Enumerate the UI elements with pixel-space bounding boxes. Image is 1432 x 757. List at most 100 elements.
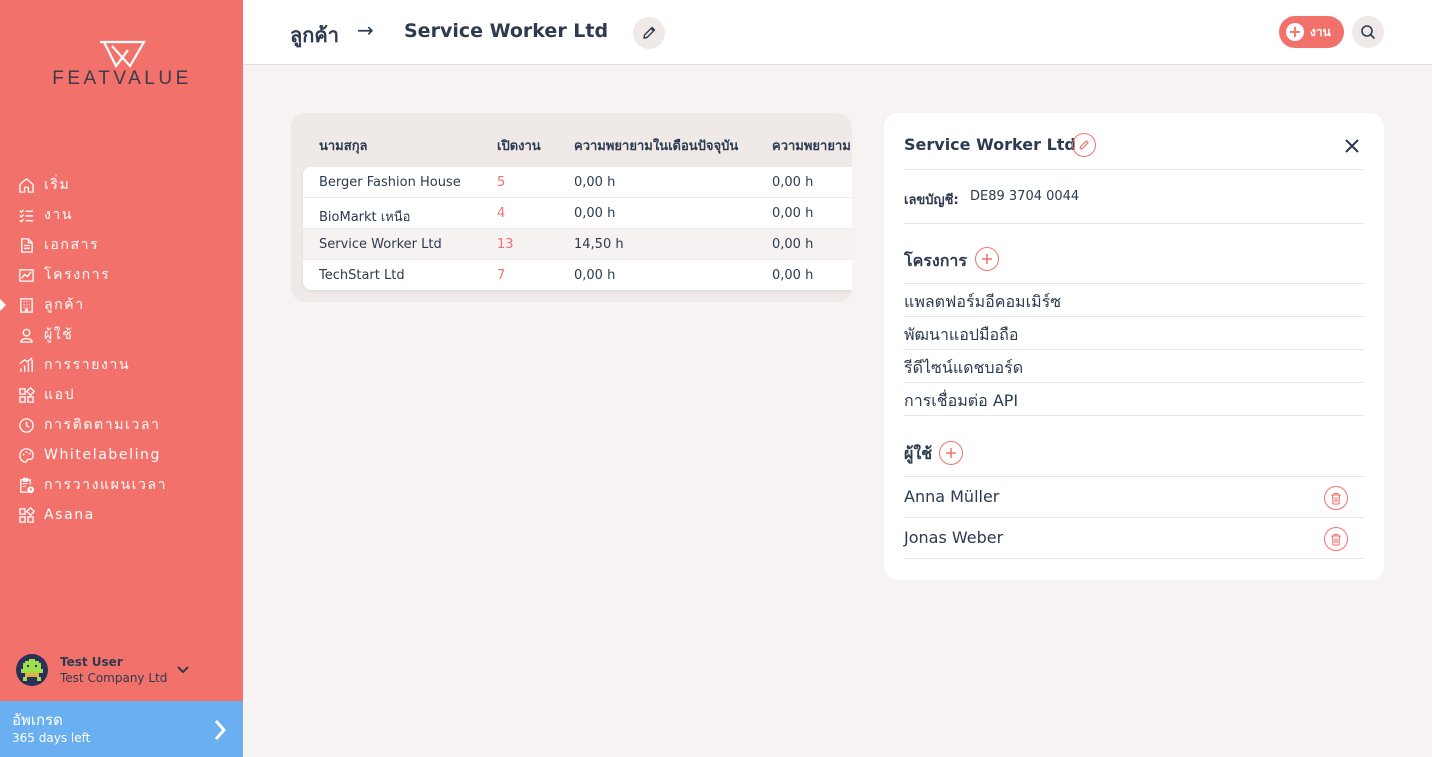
sidebar-item-label: การวางแผนเวลา bbox=[44, 477, 168, 493]
projects-section-title: โครงการ bbox=[904, 251, 967, 270]
cell-current-effort: 0,00 h bbox=[574, 175, 616, 190]
project-item[interactable]: แพลตฟอร์มอีคอมเมิร์ซ bbox=[904, 284, 1364, 317]
cell-name: Service Worker Ltd bbox=[319, 237, 442, 252]
column-header-open-tasks[interactable]: เปิดงาน bbox=[497, 135, 541, 156]
user-item-name[interactable]: Anna Müller bbox=[904, 487, 999, 506]
customer-detail-panel: Service Worker Ltd เลขบัญชี: DE89 3704 0… bbox=[884, 113, 1384, 580]
sidebar-item-time-tracking[interactable]: การติดตามเวลา bbox=[0, 410, 243, 440]
table-row[interactable]: BioMarkt เหนือ 4 0,00 h 0,00 h bbox=[303, 198, 852, 229]
sidebar-item-time-planning[interactable]: การวางแผนเวลา bbox=[0, 470, 243, 500]
add-user-button[interactable] bbox=[939, 441, 963, 465]
add-project-button[interactable] bbox=[975, 247, 999, 271]
logo-mark-icon bbox=[100, 40, 146, 68]
page-title: Service Worker Ltd bbox=[404, 20, 609, 42]
upgrade-days-left: 365 days left bbox=[12, 731, 91, 745]
sidebar-item-label: แอป bbox=[44, 387, 76, 403]
trash-icon bbox=[1331, 533, 1341, 546]
logo[interactable]: FEATVALUE bbox=[36, 40, 208, 90]
column-header-effort[interactable]: ความพยายาม bbox=[772, 135, 851, 156]
divider bbox=[904, 169, 1364, 170]
cell-effort: 0,00 h bbox=[772, 175, 814, 190]
sidebar-item-documents[interactable]: เอกสาร bbox=[0, 230, 243, 260]
sidebar-item-label: เอกสาร bbox=[44, 237, 100, 253]
sidebar-item-home[interactable]: เริ่ม bbox=[0, 170, 243, 200]
search-button[interactable] bbox=[1352, 16, 1384, 48]
sidebar-item-label: เริ่ม bbox=[44, 177, 71, 193]
close-icon bbox=[1345, 139, 1359, 153]
cell-open-tasks: 7 bbox=[497, 268, 506, 283]
sidebar-item-customers[interactable]: ลูกค้า bbox=[0, 290, 243, 320]
cell-effort: 0,00 h bbox=[772, 268, 814, 283]
chart-board-icon bbox=[17, 266, 35, 284]
palette-icon bbox=[17, 446, 35, 464]
logo-text: FEATVALUE bbox=[52, 68, 192, 89]
user-item-name[interactable]: Jonas Weber bbox=[904, 528, 1003, 547]
user-name: Test User bbox=[60, 654, 123, 669]
list-item: Anna Müller bbox=[904, 477, 1364, 518]
table-body: Berger Fashion House 5 0,00 h 0,00 h Bio… bbox=[303, 167, 852, 290]
sidebar-item-projects[interactable]: โครงการ bbox=[0, 260, 243, 290]
sidebar-item-asana[interactable]: Asana bbox=[0, 500, 243, 530]
user-list: Anna Müller Jonas Weber bbox=[904, 477, 1364, 559]
edit-detail-button[interactable] bbox=[1072, 133, 1096, 157]
pixel-avatar-icon bbox=[21, 659, 43, 681]
sidebar-item-label: การติดตามเวลา bbox=[44, 417, 161, 433]
cell-name: BioMarkt เหนือ bbox=[319, 210, 411, 225]
sidebar-item-label: ผู้ใช้ bbox=[44, 327, 74, 343]
upgrade-title: อัพเกรด bbox=[12, 711, 63, 729]
sidebar-item-whitelabeling[interactable]: Whitelabeling bbox=[0, 440, 243, 470]
column-header-current-month-effort[interactable]: ความพยายามในเดือนปัจจุบัน bbox=[574, 135, 738, 156]
user-menu[interactable]: Test User Test Company Ltd bbox=[16, 652, 226, 688]
project-item[interactable]: การเชื่อมต่อ API bbox=[904, 383, 1364, 416]
apps-icon bbox=[17, 506, 35, 524]
project-item[interactable]: รีดีไซน์แดชบอร์ด bbox=[904, 350, 1364, 383]
add-task-label: งาน bbox=[1310, 24, 1331, 39]
user-company: Test Company Ltd bbox=[60, 670, 168, 685]
plus-icon bbox=[982, 254, 992, 264]
sidebar-item-label: Asana bbox=[44, 507, 95, 523]
breadcrumb-root[interactable]: ลูกค้า bbox=[290, 19, 339, 51]
sidebar-item-label: การรายงาน bbox=[44, 357, 131, 373]
customers-table: นามสกุล เปิดงาน ความพยายามในเดือนปัจจุบั… bbox=[291, 113, 852, 302]
table-row[interactable]: TechStart Ltd 7 0,00 h 0,00 h bbox=[303, 260, 852, 290]
sidebar-item-label: ลูกค้า bbox=[44, 297, 85, 313]
sidebar-item-users[interactable]: ผู้ใช้ bbox=[0, 320, 243, 350]
pencil-icon bbox=[643, 26, 656, 39]
cell-name: TechStart Ltd bbox=[319, 268, 405, 283]
trash-icon bbox=[1331, 492, 1341, 505]
list-item: Jonas Weber bbox=[904, 518, 1364, 559]
remove-user-button[interactable] bbox=[1324, 527, 1348, 551]
document-icon bbox=[17, 236, 35, 254]
cell-current-effort: 14,50 h bbox=[574, 237, 624, 252]
sidebar-item-reporting[interactable]: การรายงาน bbox=[0, 350, 243, 380]
sidebar-nav: เริ่ม งาน เอกสาร โครงการ ลูกค้า ผู้ใช้ ก… bbox=[0, 170, 243, 530]
chevron-down-icon[interactable] bbox=[176, 660, 190, 679]
column-header-name[interactable]: นามสกุล bbox=[319, 135, 368, 156]
sidebar-item-label: Whitelabeling bbox=[44, 447, 162, 463]
cell-effort: 0,00 h bbox=[772, 237, 814, 252]
add-task-button[interactable]: + งาน bbox=[1279, 16, 1344, 48]
close-button[interactable] bbox=[1340, 134, 1364, 158]
sidebar-item-label: โครงการ bbox=[44, 267, 111, 283]
table-row-selected[interactable]: Service Worker Ltd 13 14,50 h 0,00 h bbox=[303, 229, 852, 260]
plus-icon: + bbox=[1286, 23, 1304, 41]
timer-icon bbox=[17, 416, 35, 434]
plus-icon bbox=[946, 448, 956, 458]
clipboard-clock-icon bbox=[17, 476, 35, 494]
sidebar-item-tasks[interactable]: งาน bbox=[0, 200, 243, 230]
cell-open-tasks: 4 bbox=[497, 206, 506, 221]
breadcrumb-separator: → bbox=[357, 18, 374, 42]
upgrade-banner[interactable]: อัพเกรด 365 days left bbox=[0, 701, 243, 757]
cell-current-effort: 0,00 h bbox=[574, 268, 616, 283]
sidebar-item-apps[interactable]: แอป bbox=[0, 380, 243, 410]
users-section-title: ผู้ใช้ bbox=[904, 444, 933, 463]
table-row[interactable]: Berger Fashion House 5 0,00 h 0,00 h bbox=[303, 167, 852, 198]
search-icon bbox=[1361, 25, 1376, 40]
bar-chart-icon bbox=[17, 356, 35, 374]
cell-open-tasks: 5 bbox=[497, 175, 506, 190]
header: ลูกค้า → Service Worker Ltd + งาน bbox=[243, 0, 1432, 65]
project-item[interactable]: พัฒนาแอปมือถือ bbox=[904, 317, 1364, 350]
sidebar: FEATVALUE เริ่ม งาน เอกสาร โครงการ ลูกค้… bbox=[0, 0, 243, 757]
edit-customer-button[interactable] bbox=[633, 17, 665, 49]
remove-user-button[interactable] bbox=[1324, 486, 1348, 510]
